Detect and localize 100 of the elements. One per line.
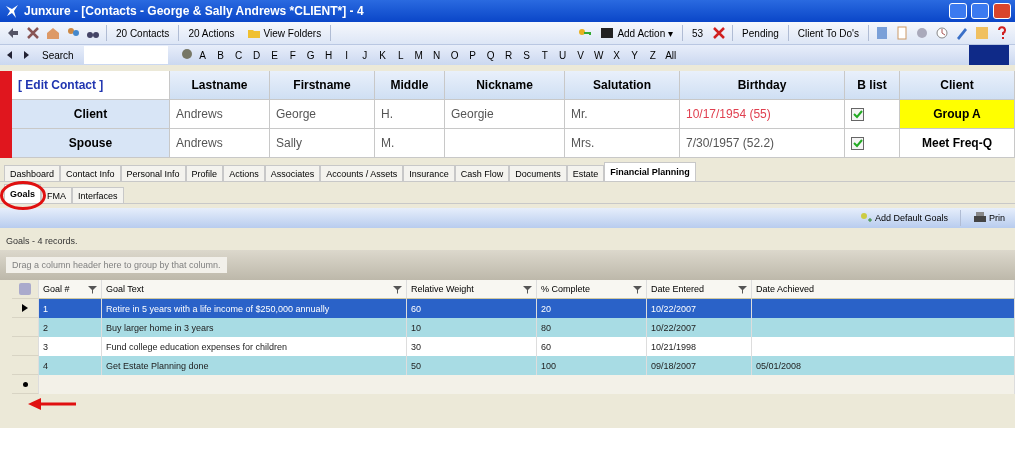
tab[interactable]: Actions xyxy=(223,165,265,181)
checkbox[interactable] xyxy=(851,107,864,121)
tab[interactable]: FMA xyxy=(41,187,72,203)
letter-filter[interactable]: All xyxy=(661,49,680,61)
letter-filter[interactable]: X xyxy=(607,49,626,61)
letter-filter[interactable]: Z xyxy=(643,49,662,61)
tab[interactable]: Accounts / Assets xyxy=(320,165,404,181)
actions-button[interactable]: 20 Actions xyxy=(185,26,238,40)
previous-icon[interactable] xyxy=(6,50,14,60)
tab[interactable]: Insurance xyxy=(403,165,455,181)
letter-filter[interactable]: V xyxy=(571,49,590,61)
checkbox[interactable] xyxy=(851,136,864,150)
client-todos-button[interactable]: Client To Do's xyxy=(794,26,862,40)
add-default-goals-button[interactable]: Add Default Goals xyxy=(852,210,954,226)
column-header: Lastname xyxy=(170,71,270,100)
table-cell: 20 xyxy=(537,299,647,318)
add-action-button[interactable]: Add Action ▾ xyxy=(597,25,676,41)
minimize-button[interactable] xyxy=(949,3,967,19)
letter-filter[interactable]: C xyxy=(229,49,248,61)
letter-filter[interactable]: S xyxy=(517,49,536,61)
table-cell: 10 xyxy=(407,318,537,337)
letter-filter[interactable]: F xyxy=(283,49,302,61)
letter-filter[interactable]: O xyxy=(445,49,464,61)
tab[interactable]: Financial Planning xyxy=(604,162,696,181)
column-header[interactable]: Date Achieved xyxy=(756,284,815,294)
document-icon[interactable] xyxy=(875,26,889,40)
tab[interactable]: Dashboard xyxy=(4,165,61,181)
window-title: Junxure - [Contacts - George & Sally Andrews *CLIENT*] - 4 xyxy=(24,4,365,18)
column-header: Middle xyxy=(375,71,445,100)
contacts-button[interactable]: 20 Contacts xyxy=(113,26,173,40)
contact-cell: Andrews xyxy=(170,100,270,129)
tab[interactable]: Documents xyxy=(509,165,567,181)
letter-filter[interactable]: K xyxy=(373,49,392,61)
table-cell: Buy larger home in 3 years xyxy=(102,318,407,337)
letter-filter[interactable]: E xyxy=(265,49,284,61)
letter-filter[interactable]: H xyxy=(319,49,338,61)
filter-icon[interactable] xyxy=(738,284,747,294)
letter-filter[interactable]: W xyxy=(589,49,608,61)
clock-icon[interactable] xyxy=(935,26,949,40)
filter-icon[interactable] xyxy=(633,284,642,294)
tab[interactable]: Estate xyxy=(566,165,605,181)
letter-filter[interactable]: N xyxy=(427,49,446,61)
new-row-icon xyxy=(22,381,28,387)
table-cell: Retire in 5 years with a life income of $250,000 annually xyxy=(102,299,407,318)
column-header: B list xyxy=(845,71,900,100)
letter-filter[interactable]: T xyxy=(535,49,554,61)
table-cell: 4 xyxy=(39,356,102,375)
letter-filter[interactable]: B xyxy=(211,49,230,61)
filter-icon[interactable] xyxy=(88,284,97,294)
column-header: Salutation xyxy=(565,71,680,100)
table-cell: 60 xyxy=(537,337,647,356)
dark-panel xyxy=(969,45,1009,65)
column-header: Client xyxy=(900,71,1015,100)
pen-icon[interactable] xyxy=(955,26,969,40)
print-button[interactable]: Prin xyxy=(967,210,1011,226)
table-cell: 10/22/2007 xyxy=(647,299,752,318)
view-folders-button[interactable]: View Folders xyxy=(243,25,325,41)
close-button[interactable] xyxy=(993,3,1011,19)
search-button[interactable]: Search xyxy=(36,48,80,62)
next-icon[interactable] xyxy=(22,50,30,60)
filter-icon[interactable] xyxy=(393,284,402,294)
search-field[interactable] xyxy=(83,46,168,64)
row-selector[interactable] xyxy=(12,375,39,394)
letter-filter[interactable]: Y xyxy=(625,49,644,61)
back-icon[interactable] xyxy=(6,26,20,40)
letter-filter[interactable]: Q xyxy=(481,49,500,61)
letter-filter[interactable]: M xyxy=(409,49,428,61)
filter-icon[interactable] xyxy=(523,284,532,294)
tab[interactable]: Associates xyxy=(264,165,321,181)
row-selector[interactable] xyxy=(12,299,39,318)
table-cell: 50 xyxy=(407,356,537,375)
delete-icon[interactable] xyxy=(712,26,727,40)
contact-cell: Mr. xyxy=(565,100,680,129)
letter-filter[interactable]: J xyxy=(355,49,374,61)
edit-contact-link[interactable]: [ Edit Contact ] xyxy=(12,71,170,100)
tab[interactable]: Personal Info xyxy=(120,165,186,181)
table-cell: Fund college education expenses for children xyxy=(102,337,407,356)
letter-filter[interactable]: U xyxy=(553,49,572,61)
printer-icon[interactable] xyxy=(973,211,987,225)
contact-role: Client xyxy=(12,100,170,129)
letter-filter[interactable]: I xyxy=(337,49,356,61)
tab[interactable]: Profile xyxy=(185,165,224,181)
column-header: Nickname xyxy=(445,71,565,100)
tab[interactable]: Contact Info xyxy=(60,165,121,181)
table-cell: 100 xyxy=(537,356,647,375)
letter-filter[interactable]: L xyxy=(391,49,410,61)
restore-button[interactable] xyxy=(971,3,989,19)
help-icon[interactable] xyxy=(995,26,1009,40)
letter-filter[interactable]: R xyxy=(499,49,518,61)
letter-filter[interactable]: D xyxy=(247,49,266,61)
tab[interactable]: Cash Flow xyxy=(454,165,510,181)
letter-filter[interactable]: P xyxy=(463,49,482,61)
pending-button[interactable]: Pending xyxy=(739,26,782,40)
letter-filter[interactable]: G xyxy=(301,49,320,61)
column-header[interactable]: Goal Text xyxy=(106,284,144,294)
table-cell: 3 xyxy=(39,337,102,356)
letter-filter[interactable]: A xyxy=(193,49,212,61)
contact-cell: M. xyxy=(375,129,445,158)
count-button[interactable]: 53 xyxy=(688,26,707,40)
tab[interactable]: Interfaces xyxy=(72,187,124,203)
